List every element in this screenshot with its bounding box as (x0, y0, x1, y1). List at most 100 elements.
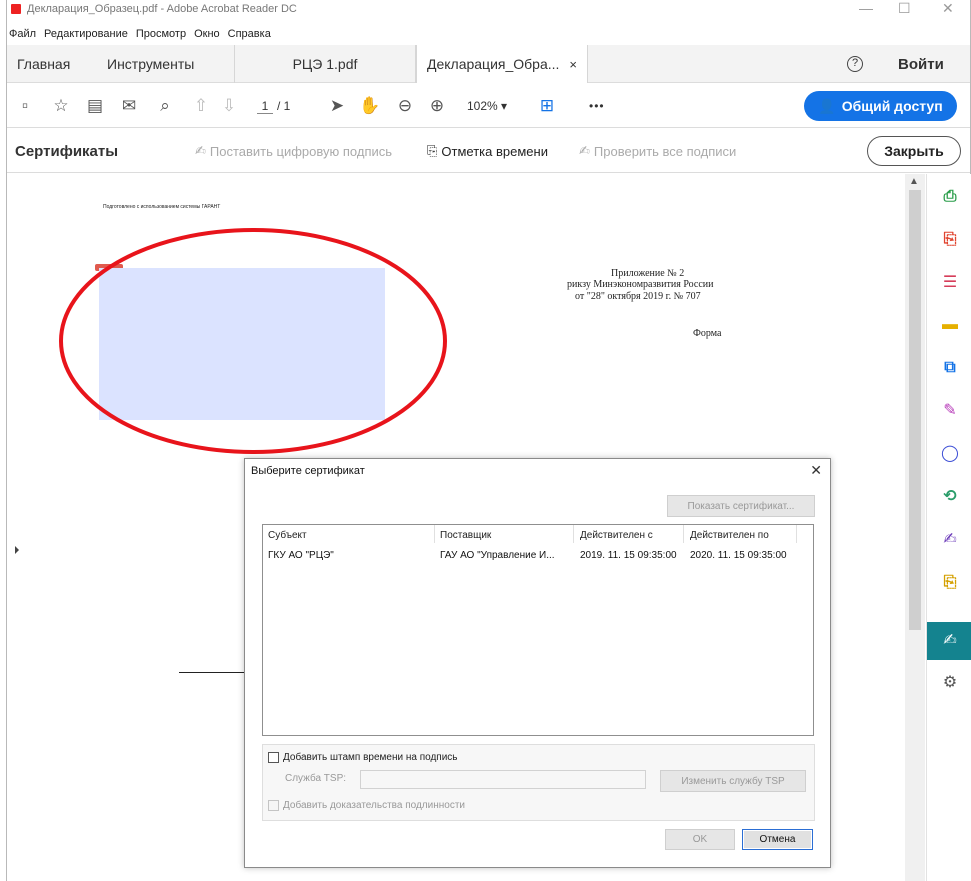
clock-doc-icon: ⎘ (427, 143, 438, 158)
window-close-button[interactable]: ✕ (942, 0, 954, 16)
menu-window[interactable]: Окно (194, 28, 220, 40)
change-tsp-button[interactable]: Изменить службу TSP (660, 770, 806, 792)
fill-sign-icon[interactable]: ✎ (939, 400, 961, 422)
timestamp-options-group: Добавить штамп времени на подпись Служба… (262, 744, 815, 821)
tab-bar: Главная Инструменты РЦЭ 1.pdf Декларация… (7, 45, 970, 83)
compare-files-icon[interactable]: ⟲ (939, 486, 961, 508)
share-button[interactable]: 👤 Общий доступ (804, 91, 957, 121)
timestamp-label: Отметка времени (441, 143, 548, 159)
main-toolbar: ▫ ☆ ▤ ✉ ⌕ ⇧ ⇩ 1 / 1 ➤ ✋ ⊖ ⊕ 102% ▾ ⊞ •••… (7, 84, 970, 128)
dialog-title: Выберите сертификат (251, 465, 365, 477)
menu-file[interactable]: Файл (9, 28, 36, 40)
digital-sign-button[interactable]: ✍ Поставить цифровую подпись (195, 143, 392, 159)
protect-shield-icon[interactable]: ◯ (939, 443, 961, 465)
scroll-up-arrow-icon[interactable]: ▲ (909, 176, 919, 187)
column-header-valid-to[interactable]: Действителен по (690, 530, 769, 541)
cancel-button[interactable]: Отмена (742, 829, 813, 850)
menu-edit[interactable]: Редактирование (44, 28, 128, 40)
tab-close-icon[interactable]: × (569, 57, 577, 72)
tab-tools[interactable]: Инструменты (107, 45, 235, 83)
select-certificate-dialog: Выберите сертификат ✕ Показать сертифика… (244, 458, 831, 868)
left-panel-toggle-icon[interactable] (15, 546, 19, 554)
print-icon[interactable]: ▤ (85, 96, 105, 116)
compress-icon[interactable]: ⧉ (939, 357, 961, 379)
menu-bar: Файл Редактирование Просмотр Окно Справк… (7, 26, 970, 42)
appendix-line-2: рикзу Минэкономразвития России (567, 279, 714, 290)
digital-sign-label: Поставить цифровую подпись (209, 143, 393, 159)
scrollbar-thumb[interactable] (909, 190, 921, 630)
organize-pages-icon[interactable]: ☰ (939, 272, 961, 294)
column-header-valid-from[interactable]: Действителен с (580, 530, 653, 541)
tab-home[interactable]: Главная (17, 45, 70, 83)
cell-issuer: ГАУ АО "Управление И... (440, 550, 555, 561)
verify-signatures-button[interactable]: ✍ Проверить все подписи (579, 143, 736, 159)
share-button-label: Общий доступ (841, 98, 943, 114)
column-header-issuer[interactable]: Поставщик (440, 530, 491, 541)
appendix-line-1: Приложение № 2 (611, 268, 685, 279)
zoom-level[interactable]: 102% ▾ (467, 99, 507, 113)
column-separator (434, 525, 435, 543)
tab-doc-rce[interactable]: РЦЭ 1.pdf (235, 45, 416, 83)
select-pointer-icon[interactable]: ➤ (327, 96, 347, 116)
create-pdf-icon[interactable]: ⎙ (939, 186, 961, 208)
tsp-service-field[interactable] (360, 770, 646, 789)
form-label: Форма (693, 328, 722, 339)
fit-page-icon[interactable]: ⊞ (537, 96, 557, 116)
tab-doc-declaration[interactable]: Декларация_Обра... × (416, 45, 588, 83)
maximize-button[interactable]: ☐ (898, 0, 911, 16)
page-up-icon[interactable]: ⇧ (191, 96, 211, 116)
cell-valid-to: 2020. 11. 15 09:35:00 (690, 550, 787, 561)
highlight-ellipse (59, 228, 447, 454)
export-pdf-icon[interactable]: ⎘ (939, 229, 961, 251)
column-separator (683, 525, 684, 543)
verify-pen-icon: ✍ (579, 143, 590, 158)
close-certificates-button[interactable]: Закрыть (867, 136, 961, 166)
ok-button[interactable]: OK (665, 829, 735, 850)
tab-doc-declaration-label: Декларация_Обра... (426, 56, 560, 72)
menu-view[interactable]: Просмотр (136, 28, 186, 40)
acrobat-window: Декларация_Образец.pdf - Adobe Acrobat R… (6, 0, 971, 881)
certificate-list[interactable]: Субъект Поставщик Действителен с Действи… (262, 524, 814, 736)
page-number-input[interactable]: 1 (257, 99, 273, 114)
timestamp-button[interactable]: ⎘ Отметка времени (427, 143, 548, 159)
page-down-icon[interactable]: ⇩ (219, 96, 239, 116)
save-icon[interactable]: ▫ (15, 96, 35, 116)
zoom-search-icon[interactable]: ⌕ (155, 96, 175, 116)
title-bar: Декларация_Образец.pdf - Adobe Acrobat R… (7, 0, 970, 17)
verify-signatures-label: Проверить все подписи (593, 143, 737, 159)
add-auth-evidence-checkbox[interactable] (268, 800, 279, 811)
certificates-title: Сертификаты (15, 143, 119, 160)
email-icon[interactable]: ✉ (119, 96, 139, 116)
tsp-service-label: Служба TSP: (285, 773, 347, 784)
minimize-button[interactable]: — (859, 0, 873, 16)
help-icon: ? (847, 56, 863, 72)
column-separator (796, 525, 797, 543)
acrobat-logo-icon (11, 3, 21, 14)
certificates-tool-icon[interactable]: ✍ (939, 630, 961, 652)
zoom-in-icon[interactable]: ⊕ (427, 96, 447, 116)
dialog-close-icon[interactable]: ✕ (810, 462, 822, 479)
comment-icon[interactable]: ▬ (939, 314, 961, 336)
document-line (179, 672, 245, 673)
garant-note: Подготовлено с использованием системы ГА… (103, 204, 221, 210)
hand-tool-icon[interactable]: ✋ (359, 96, 380, 116)
help-button[interactable]: ? (847, 45, 863, 83)
add-timestamp-label: Добавить штамп времени на подпись (283, 752, 458, 763)
menu-help[interactable]: Справка (228, 28, 271, 40)
more-tools-icon[interactable]: ••• (589, 99, 605, 113)
cell-subject: ГКУ АО "РЦЭ" (268, 550, 334, 561)
right-tools-panel: ⎙ ⎘ ☰ ▬ ⧉ ✎ ◯ ⟲ ✍ ⎘ ✍ ⚙ (926, 174, 971, 881)
appendix-line-3: от "28" октября 2019 г. № 707 (575, 291, 701, 302)
signin-button[interactable]: Войти (898, 45, 944, 83)
show-certificate-button[interactable]: Показать сертификат... (667, 495, 815, 517)
more-tools-wrench-icon[interactable]: ⚙ (939, 672, 961, 694)
zoom-out-icon[interactable]: ⊖ (395, 96, 415, 116)
add-user-icon: 👤 (818, 97, 836, 114)
page-total: / 1 (277, 99, 291, 113)
bookmark-star-icon[interactable]: ☆ (51, 96, 71, 116)
request-signature-icon[interactable]: ✍ (939, 529, 961, 551)
export-doc-icon[interactable]: ⎘ (939, 572, 961, 594)
column-header-subject[interactable]: Субъект (268, 530, 307, 541)
column-separator (573, 525, 574, 543)
add-timestamp-checkbox[interactable] (268, 752, 279, 763)
